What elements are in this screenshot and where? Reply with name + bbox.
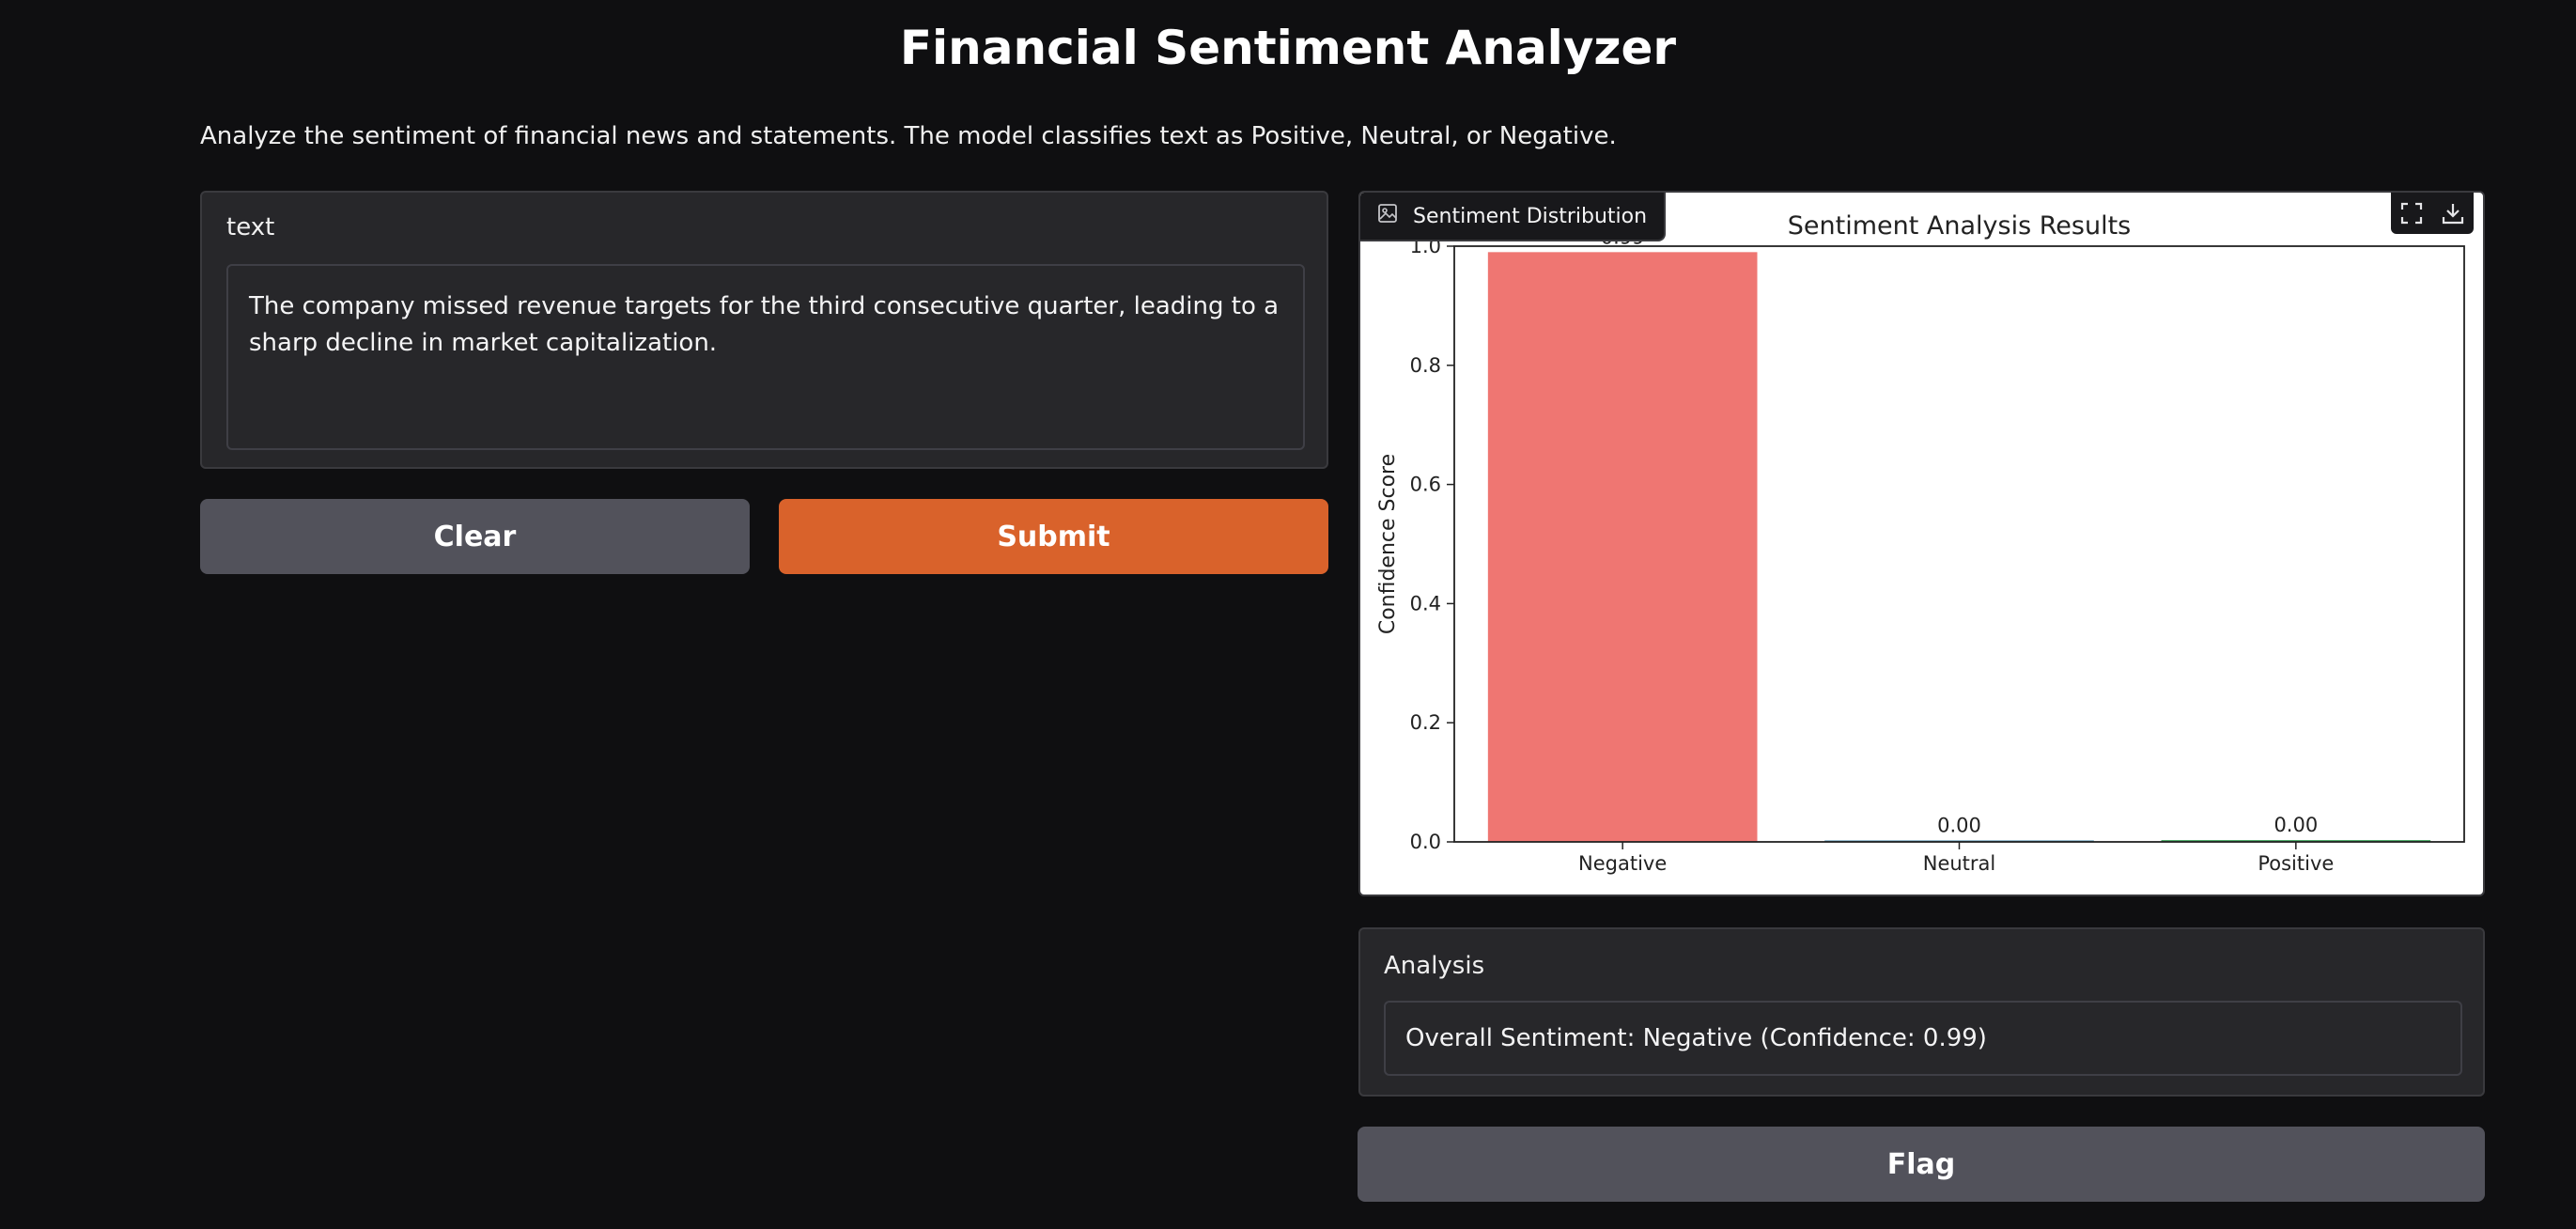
sentiment-chart: Sentiment Analysis Results0.99Negative0.… (1376, 211, 2465, 875)
text-input-field[interactable]: The company missed revenue targets for t… (226, 264, 1305, 450)
page-title: Financial Sentiment Analyzer (899, 21, 1677, 75)
chart-title: Sentiment Analysis Results (1788, 211, 2131, 241)
clear-button[interactable]: Clear (200, 499, 750, 574)
sentiment-plot-panel: Sentiment Analysis Results0.99Negative0.… (1358, 191, 2485, 896)
y-tick-label: 0.4 (1410, 592, 1441, 614)
fullscreen-icon[interactable] (2391, 193, 2432, 234)
y-tick-label: 0.2 (1410, 711, 1441, 734)
plot-toolbar (2391, 193, 2474, 234)
y-axis-label: Confidence Score (1376, 454, 1400, 634)
analysis-panel: Analysis Overall Sentiment: Negative (Co… (1358, 927, 2485, 1097)
text-input-label: text (226, 213, 275, 241)
y-tick-label: 0.6 (1410, 474, 1441, 496)
page-description: Analyze the sentiment of financial news … (200, 122, 1617, 150)
download-icon[interactable] (2432, 193, 2474, 234)
bar-negative (1487, 252, 1758, 843)
x-tick-label-positive: Positive (2258, 852, 2334, 875)
plot-label-text: Sentiment Distribution (1413, 204, 1648, 228)
data-label-neutral: 0.00 (1937, 815, 1981, 837)
x-tick-label-neutral: Neutral (1923, 852, 1996, 875)
y-tick-label: 0.0 (1410, 831, 1441, 853)
analysis-output: Overall Sentiment: Negative (Confidence:… (1384, 1001, 2462, 1076)
flag-button[interactable]: Flag (1358, 1127, 2485, 1202)
text-input-panel: text The company missed revenue targets … (200, 191, 1328, 469)
x-tick-label-negative: Negative (1578, 852, 1667, 875)
analysis-label: Analysis (1384, 952, 1485, 980)
plot-label-tag: Sentiment Distribution (1360, 193, 1667, 241)
submit-button[interactable]: Submit (779, 499, 1328, 574)
data-label-positive: 0.00 (2273, 814, 2318, 836)
image-icon (1377, 203, 1398, 229)
y-tick-label: 0.8 (1410, 354, 1441, 377)
